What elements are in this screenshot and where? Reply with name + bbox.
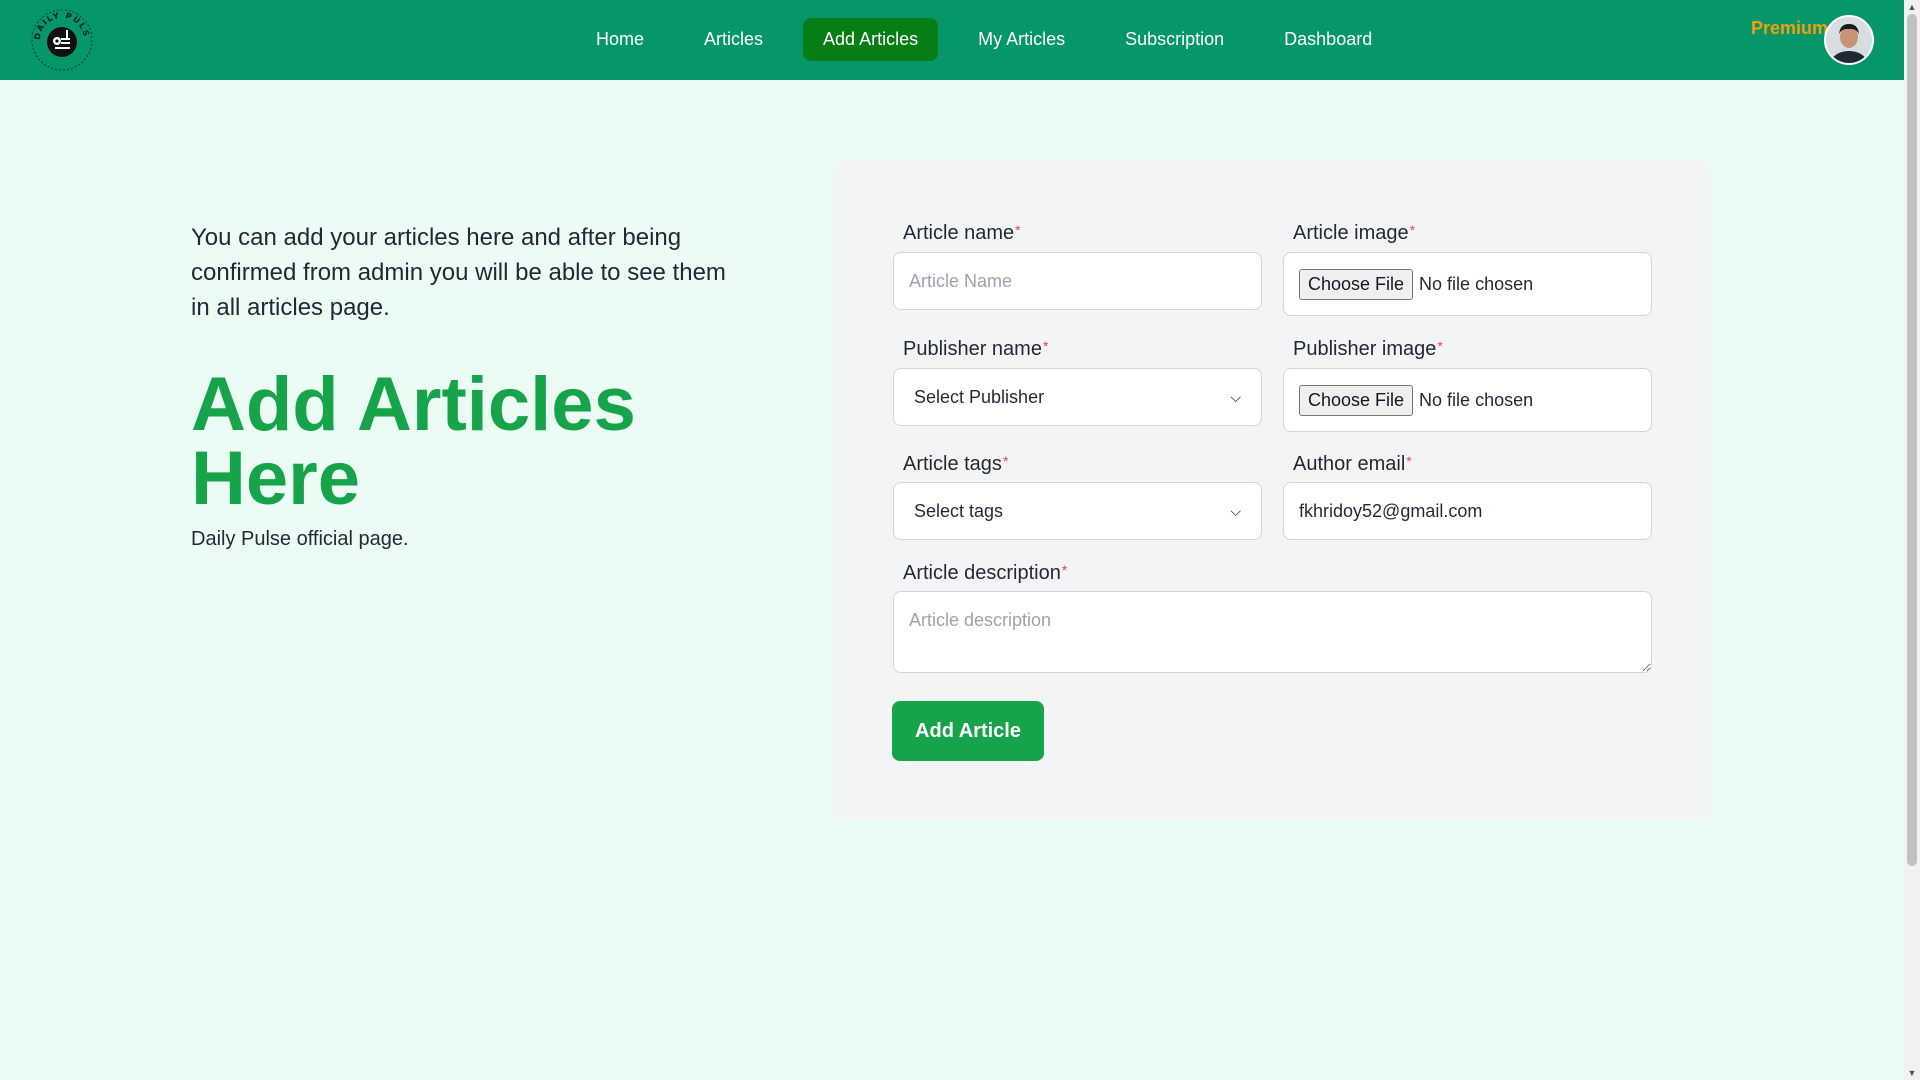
article-description-textarea[interactable] [893, 591, 1652, 673]
article-tags-label-text: Article tags [903, 453, 1002, 475]
tags-select[interactable]: Select tags ⌵ [893, 482, 1262, 540]
chevron-down-icon: ⌵ [1230, 388, 1241, 405]
user-avatar[interactable] [1824, 15, 1874, 65]
page-title: Add Articles Here [191, 362, 636, 521]
nav-home[interactable]: Home [576, 18, 664, 61]
newspaper-pin-icon: DAILY PULSE [30, 8, 93, 71]
nav-dashboard[interactable]: Dashboard [1264, 18, 1392, 61]
scroll-thumb[interactable] [1907, 14, 1917, 866]
article-description-label: Article description* [903, 562, 1067, 585]
required-mark: * [1061, 562, 1068, 578]
required-mark: * [1409, 222, 1416, 238]
article-image-label: Article image* [1293, 222, 1415, 245]
premium-badge: Premium [1751, 18, 1829, 38]
publisher-select-value: Select Publisher [914, 386, 1045, 407]
main-nav: Home Articles Add Articles My Articles S… [576, 18, 1392, 61]
publisher-image-input: Choose File No file chosen [1283, 368, 1652, 432]
scroll-up-arrow-icon[interactable]: ▲ [1904, 0, 1920, 14]
author-email-input[interactable]: fkhridoy52@gmail.com [1283, 482, 1652, 540]
article-name-label-text: Article name [903, 222, 1015, 244]
daily-pulse-logo[interactable]: DAILY PULSE [30, 8, 94, 72]
author-email-label: Author email* [1293, 453, 1412, 476]
article-image-input: Choose File No file chosen [1283, 252, 1652, 316]
article-image-choose-button[interactable]: Choose File [1299, 268, 1414, 300]
publisher-name-label-text: Publisher name [903, 338, 1042, 360]
user-avatar-icon [1826, 17, 1872, 63]
page-subtitle: Daily Pulse official page. [191, 528, 409, 550]
navbar: DAILY PULSE Home Articles Add Articles M… [0, 0, 1904, 80]
nav-subscription[interactable]: Subscription [1105, 18, 1244, 61]
article-image-status: No file chosen [1419, 273, 1534, 294]
required-mark: * [1406, 453, 1412, 469]
publisher-image-choose-button[interactable]: Choose File [1299, 384, 1414, 416]
publisher-name-label: Publisher name* [903, 338, 1048, 361]
page-scrollbar[interactable]: ▲ ▼ [1904, 0, 1920, 1080]
required-mark: * [1002, 453, 1009, 469]
add-article-button[interactable]: Add Article [892, 701, 1044, 761]
add-article-form: Article name* Article image* Choose File… [832, 160, 1712, 820]
scroll-down-arrow-icon[interactable]: ▼ [1904, 1066, 1920, 1080]
intro-text: You can add your articles here and after… [191, 224, 726, 321]
article-tags-label: Article tags* [903, 453, 1008, 476]
publisher-select[interactable]: Select Publisher ⌵ [893, 368, 1262, 426]
required-mark: * [1015, 222, 1021, 238]
publisher-image-label-text: Publisher image [1293, 338, 1437, 360]
article-description-label-text: Article description [903, 562, 1061, 584]
nav-add-articles[interactable]: Add Articles [803, 18, 939, 61]
article-name-input[interactable] [893, 252, 1262, 310]
publisher-image-label: Publisher image* [1293, 338, 1443, 361]
author-email-label-text: Author email [1293, 453, 1406, 475]
required-mark: * [1042, 338, 1049, 354]
chevron-down-icon: ⌵ [1230, 502, 1241, 519]
tags-select-value: Select tags [914, 500, 1004, 521]
nav-articles[interactable]: Articles [684, 18, 783, 61]
required-mark: * [1437, 338, 1443, 354]
article-image-label-text: Article image [1293, 222, 1409, 244]
nav-my-articles[interactable]: My Articles [958, 18, 1085, 61]
author-email-value: fkhridoy52@gmail.com [1299, 500, 1483, 521]
publisher-image-status: No file chosen [1419, 389, 1534, 410]
article-name-label: Article name* [903, 222, 1021, 245]
